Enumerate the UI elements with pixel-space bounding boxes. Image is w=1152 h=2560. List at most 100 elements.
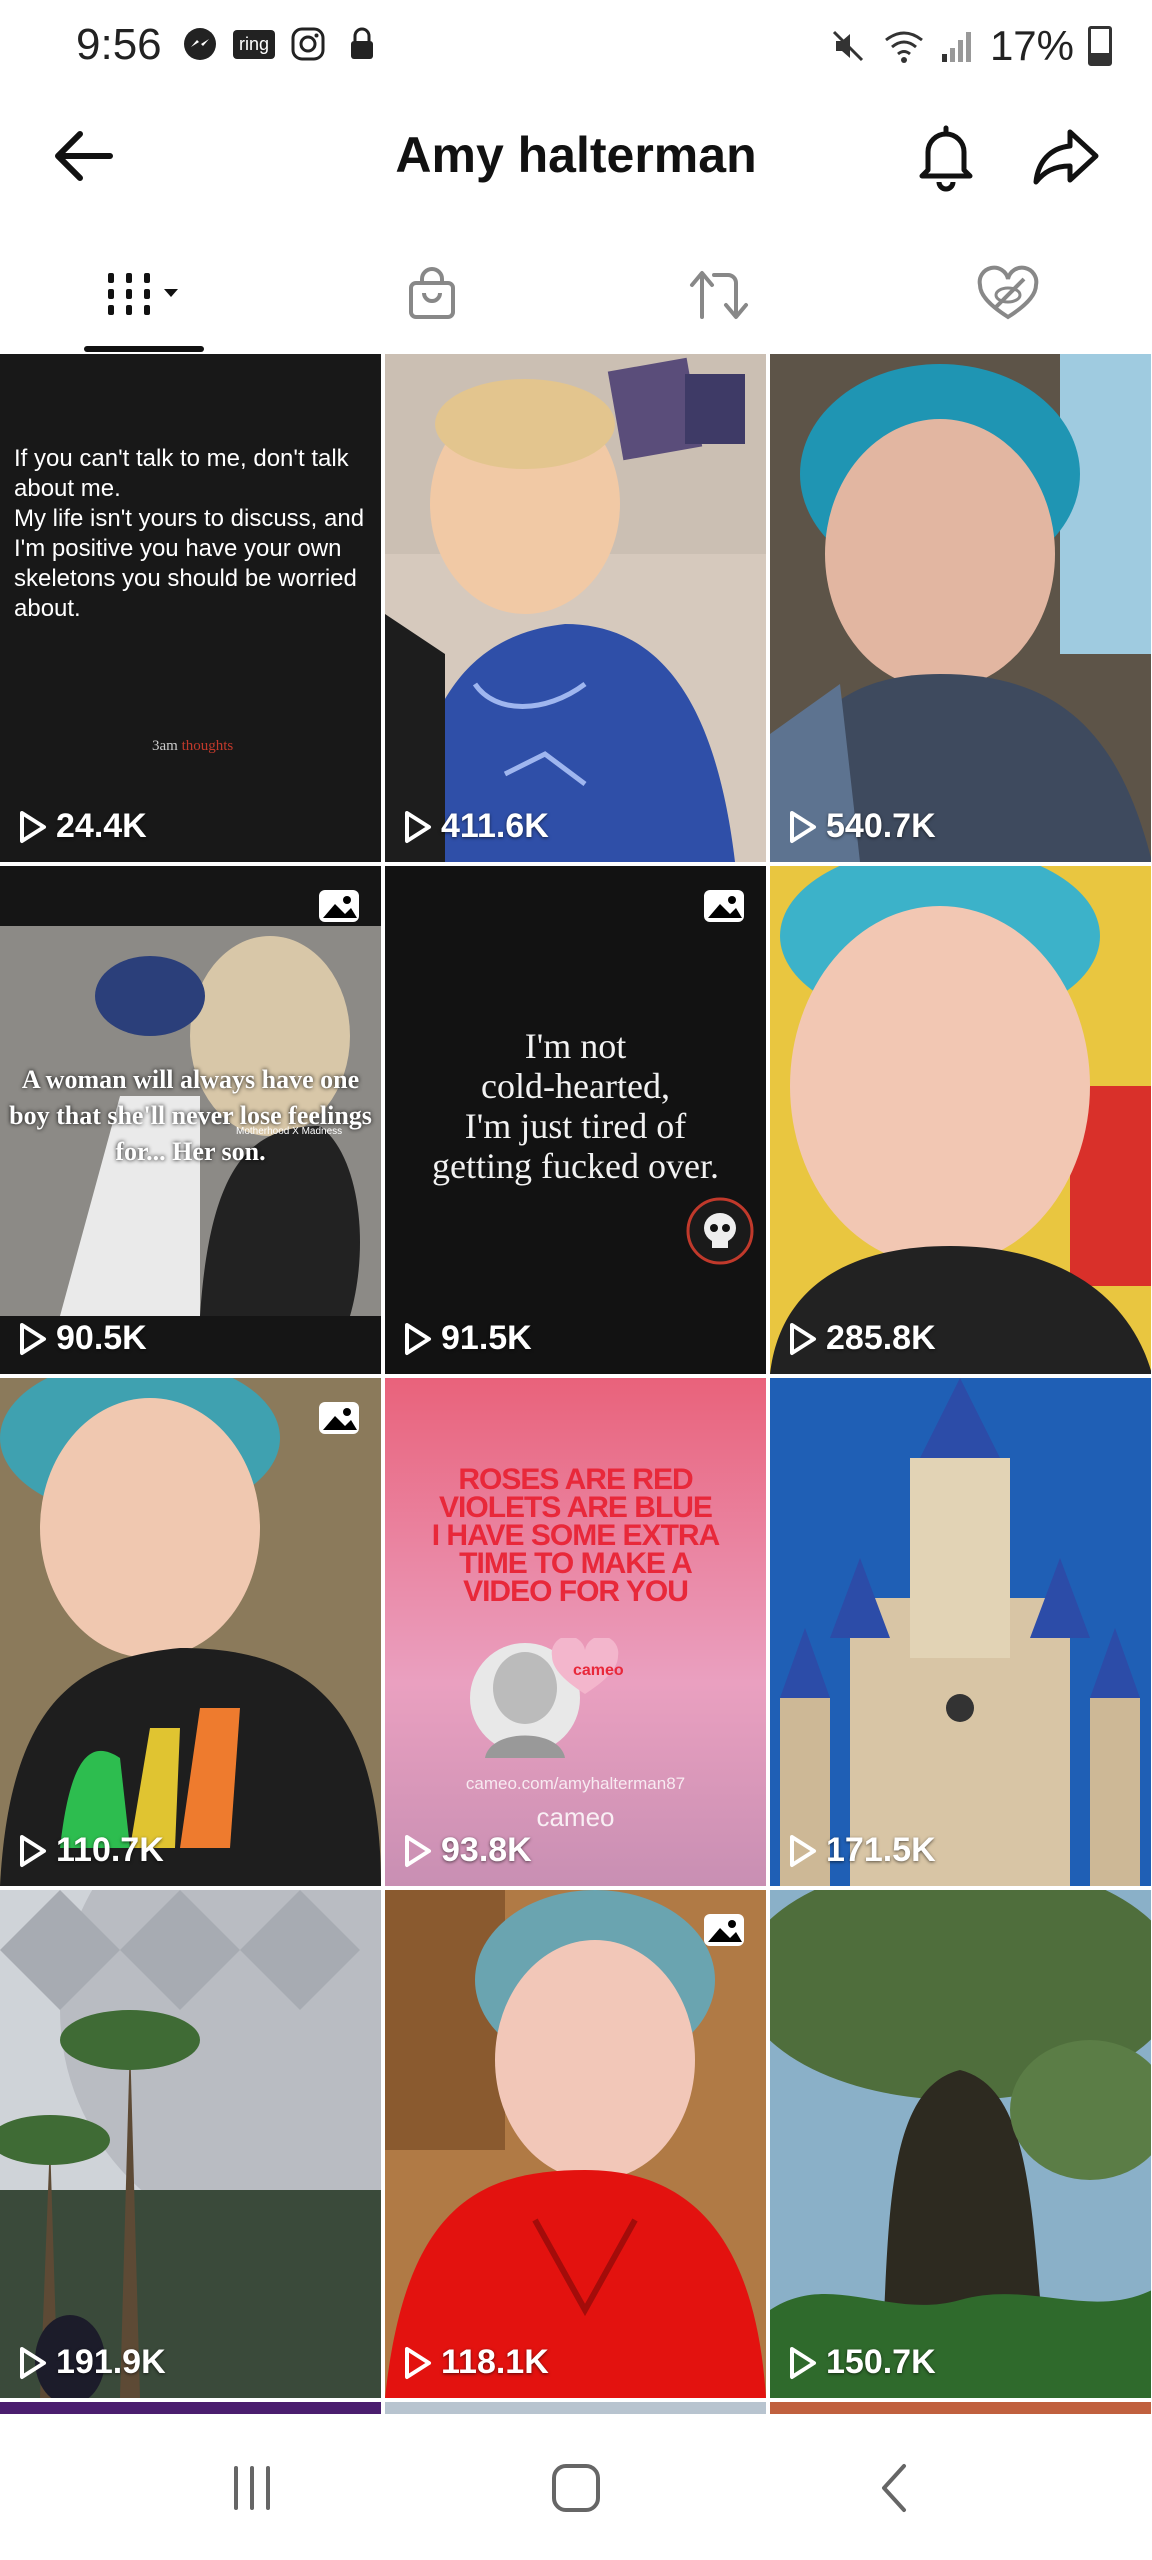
video-tile[interactable] <box>770 2402 1151 2414</box>
thumbnail-image <box>770 354 1151 862</box>
view-count: 93.8K <box>403 1831 532 1870</box>
view-count-text: 285.8K <box>826 1319 936 1357</box>
view-count-text: 90.5K <box>56 1319 147 1357</box>
system-status: 17% <box>828 22 1112 70</box>
photo-post-icon <box>702 888 746 924</box>
post-caption-text: If you can't talk to me, don't talk abou… <box>14 445 365 622</box>
view-count-text: 118.1K <box>441 2343 549 2381</box>
tab-reposts[interactable] <box>576 236 864 354</box>
post-caption-text: I'm not cold-hearted, I'm just tired of … <box>432 1026 719 1186</box>
share-arrow-icon <box>1033 129 1099 185</box>
thumbnail-image <box>770 866 1151 1374</box>
video-tile[interactable]: A woman will always have one boy that sh… <box>0 866 381 1374</box>
video-tile[interactable]: 540.7K <box>770 354 1151 862</box>
photo-post-icon <box>702 1912 746 1948</box>
view-count: 171.5K <box>788 1831 936 1870</box>
view-count-text: 110.7K <box>56 1831 164 1869</box>
video-tile[interactable] <box>0 2402 381 2414</box>
watermark-accent: thoughts <box>181 738 234 754</box>
recent-apps-button[interactable] <box>192 2448 312 2528</box>
video-tile[interactable]: ROSES ARE RED VIOLETS ARE BLUE I HAVE SO… <box>385 1378 766 1886</box>
play-icon <box>20 2346 46 2379</box>
notifications-button[interactable] <box>910 120 982 192</box>
post-caption-text: A woman will always have one boy that sh… <box>9 1065 372 1166</box>
view-count-text: 93.8K <box>441 1831 532 1869</box>
mute-icon <box>832 30 863 62</box>
view-count: 110.7K <box>18 1831 164 1870</box>
active-tab-indicator <box>84 346 204 352</box>
play-icon <box>405 1834 431 1867</box>
view-count-text: 191.9K <box>56 2343 166 2381</box>
video-tile[interactable]: 171.5K <box>770 1378 1151 1886</box>
skull-logo-icon <box>686 1197 754 1265</box>
share-button[interactable] <box>1030 120 1102 192</box>
repost-icon <box>690 271 748 319</box>
view-count: 411.6K <box>403 807 549 846</box>
view-count-text: 91.5K <box>441 1319 532 1357</box>
video-tile[interactable]: If you can't talk to me, don't talk abou… <box>0 354 381 862</box>
play-icon <box>20 810 46 843</box>
play-icon <box>20 1834 46 1867</box>
thumbnail-image <box>0 1890 381 2398</box>
chevron-left-icon <box>882 2464 906 2512</box>
recent-apps-icon <box>234 2466 270 2510</box>
play-icon <box>405 1322 431 1355</box>
view-count: 191.9K <box>18 2343 166 2382</box>
battery-percent: 17% <box>989 22 1074 69</box>
signal-icon <box>941 32 971 62</box>
thumbnail-image <box>385 354 766 862</box>
video-tile[interactable]: 285.8K <box>770 866 1151 1374</box>
video-tile[interactable]: I'm not cold-hearted, I'm just tired of … <box>385 866 766 1374</box>
watermark-text: 3am <box>152 738 178 754</box>
instagram-icon <box>288 24 328 64</box>
view-count-text: 411.6K <box>441 807 549 845</box>
view-count: 90.5K <box>18 1319 147 1358</box>
home-button[interactable] <box>516 2448 636 2528</box>
status-time: 9:56 <box>76 20 162 69</box>
view-count: 91.5K <box>403 1319 532 1358</box>
play-icon <box>405 2346 431 2379</box>
video-tile[interactable]: 110.7K <box>0 1378 381 1886</box>
video-tile[interactable] <box>385 2402 766 2414</box>
view-count: 118.1K <box>403 2343 549 2382</box>
cameo-url: cameo.com/amyhalterman87 <box>465 1774 686 1793</box>
bell-icon <box>919 125 973 192</box>
watermark-text: Motherhood X Madness <box>236 1126 343 1137</box>
view-count-text: 150.7K <box>826 2343 936 2381</box>
tab-videos[interactable] <box>0 236 288 354</box>
post-caption-text: ROSES ARE RED VIOLETS ARE BLUE I HAVE SO… <box>431 1463 720 1608</box>
tab-shop[interactable] <box>288 236 576 354</box>
view-count: 540.7K <box>788 807 936 846</box>
view-count-text: 24.4K <box>56 807 147 845</box>
video-grid: If you can't talk to me, don't talk abou… <box>0 354 1152 2414</box>
play-icon <box>405 810 431 843</box>
status-bar: 9:56 ring 17% <box>0 0 1152 96</box>
thumbnail-image <box>770 1378 1151 1886</box>
ring-icon: ring <box>233 24 276 64</box>
play-icon <box>790 1834 816 1867</box>
thumbnail-image <box>385 1890 766 2398</box>
thumbnail-image <box>0 1378 381 1886</box>
shopping-bag-icon <box>409 267 455 319</box>
thumbnail-image <box>770 1890 1151 2398</box>
video-tile[interactable]: 191.9K <box>0 1890 381 2398</box>
lock-icon <box>342 24 382 64</box>
play-icon <box>790 2346 816 2379</box>
messenger-icon <box>180 24 220 64</box>
cameo-brand: cameo <box>536 1802 615 1832</box>
view-count: 285.8K <box>788 1319 936 1358</box>
video-tile[interactable]: 118.1K <box>385 1890 766 2398</box>
video-tile[interactable]: 150.7K <box>770 1890 1151 2398</box>
tab-liked[interactable] <box>864 236 1152 354</box>
video-tile[interactable]: 411.6K <box>385 354 766 862</box>
play-icon <box>790 1322 816 1355</box>
profile-tabs <box>0 236 1152 354</box>
view-count-text: 540.7K <box>826 807 936 845</box>
view-count: 150.7K <box>788 2343 936 2382</box>
system-back-button[interactable] <box>836 2448 956 2528</box>
home-icon <box>552 2464 600 2512</box>
photo-post-icon <box>317 1400 361 1436</box>
wifi-icon <box>885 31 923 63</box>
play-icon <box>790 810 816 843</box>
view-count-text: 171.5K <box>826 1831 936 1869</box>
